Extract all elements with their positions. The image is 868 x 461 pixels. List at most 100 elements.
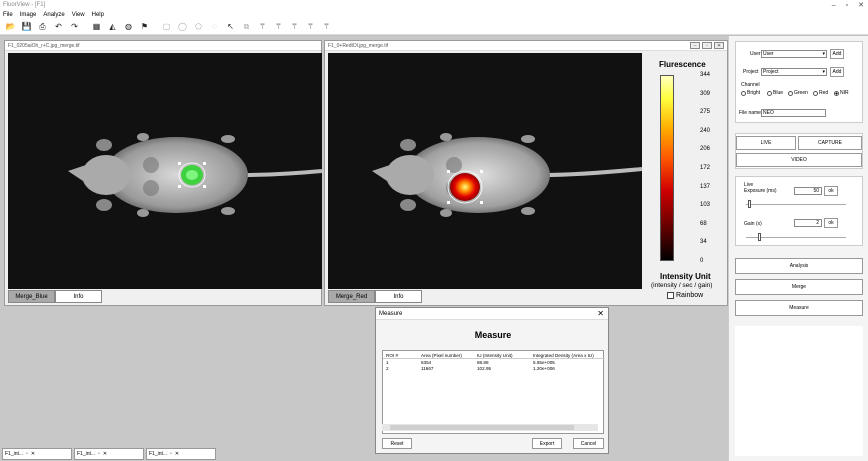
image-canvas-blue[interactable] <box>8 53 322 289</box>
close-icon[interactable]: ✕ <box>175 451 179 457</box>
rainbow-checkbox-box[interactable] <box>667 292 674 299</box>
gain-input[interactable]: 2 <box>794 219 822 227</box>
cancel-button[interactable]: Cancel <box>573 438 604 449</box>
measure-dialog-title: Measure <box>379 310 403 317</box>
exposure-input[interactable]: 50 <box>794 187 822 195</box>
channel-nir[interactable]: NIR <box>834 90 849 96</box>
image-window-title-bar[interactable]: F1_0205aiOh_r+C.jpg_merge.tif <box>5 41 321 51</box>
video-button[interactable]: VIDEO <box>736 153 862 167</box>
image-window-title: F1_0+RedtOl.jpg_merge.tif <box>328 42 389 49</box>
wand-icon[interactable]: ⚚ <box>256 21 269 33</box>
gain-ok-button[interactable]: ok <box>824 218 838 228</box>
restore-icon[interactable]: ▫ <box>98 451 100 457</box>
freehand-roi-icon[interactable]: ◌ <box>208 21 221 33</box>
wand-icon[interactable]: ⚚ <box>320 21 333 33</box>
close-icon[interactable]: ✕ <box>858 1 864 9</box>
colorbar-tick-label: 103 <box>700 202 711 209</box>
mouse-image-red <box>328 53 642 289</box>
close-icon[interactable]: ✕ <box>31 451 35 457</box>
live-button[interactable]: LIVE <box>736 136 796 150</box>
colorbar-tick-label: 344 <box>700 72 711 78</box>
menu-image[interactable]: Image <box>20 12 37 18</box>
minimize-icon[interactable]: – <box>832 2 836 9</box>
menu-help[interactable]: Help <box>92 12 104 18</box>
image-canvas-red[interactable] <box>328 53 642 289</box>
minimized-window[interactable]: F1_int... ▫ ✕ <box>146 448 216 460</box>
tab-info[interactable]: Info <box>55 290 102 303</box>
close-icon[interactable]: ✕ <box>714 42 724 49</box>
minimized-window[interactable]: F1_int... ▫ ✕ <box>74 448 144 460</box>
live-settings-box: Live Exposure (ms) 50 ok Gain (x) 2 ok <box>735 176 863 246</box>
control-panel: User User ▾ Add Project Project ▾ Add Chan… <box>728 36 868 461</box>
table-horizontal-scrollbar[interactable] <box>382 424 598 431</box>
add-project-button[interactable]: Add <box>830 67 844 77</box>
measure-dialog[interactable]: Measure ✕ Measure ROI # Area (Pixel numb… <box>375 307 609 454</box>
wand-icon[interactable]: ⚚ <box>272 21 285 33</box>
reset-button[interactable]: Reset <box>382 438 412 449</box>
restore-icon[interactable]: ▫ <box>26 451 28 457</box>
analysis-button[interactable]: Analysis <box>735 258 863 274</box>
image-window-title-bar[interactable]: F1_0+RedtOl.jpg_merge.tif – ▫ ✕ <box>325 41 727 51</box>
channel-red[interactable]: Red <box>813 90 828 96</box>
menu-view[interactable]: View <box>72 12 85 18</box>
polygon-roi-icon[interactable]: ⬠ <box>192 21 205 33</box>
wand-icon[interactable]: ⚚ <box>304 21 317 33</box>
restore-icon[interactable]: ▫ <box>702 42 712 49</box>
close-icon[interactable]: ✕ <box>103 451 107 457</box>
exposure-ok-button[interactable]: ok <box>824 186 838 196</box>
globe-icon[interactable]: ◍ <box>122 21 135 33</box>
minimize-icon[interactable]: – <box>690 42 700 49</box>
channel-blue[interactable]: Blue <box>767 90 783 96</box>
table-row[interactable]: 2 11667 102.95 1.20e+006 <box>383 366 605 372</box>
minimized-window[interactable]: F1_int... ▫ ✕ <box>2 448 72 460</box>
filename-label: File name <box>739 110 761 116</box>
copy-icon[interactable]: ⧉ <box>240 21 253 33</box>
merge-button[interactable]: Merge <box>735 279 863 295</box>
colorbar-tick-label: 34 <box>700 239 707 246</box>
wand-icon[interactable]: ⚚ <box>288 21 301 33</box>
print-icon[interactable]: ⎙ <box>36 21 49 33</box>
gain-slider-track[interactable] <box>746 237 846 238</box>
scrollbar-thumb[interactable] <box>390 425 574 430</box>
measure-heading: Measure <box>474 330 512 340</box>
measure-table[interactable]: ROI # Area (Pixel number) IU (Intensity … <box>382 350 605 434</box>
gain-slider-thumb[interactable] <box>758 233 761 241</box>
open-icon[interactable]: 📂 <box>4 21 17 33</box>
maximize-icon[interactable]: ▫ <box>846 2 848 9</box>
flag-icon[interactable]: ⚑ <box>138 21 151 33</box>
filename-input[interactable]: NEO <box>761 109 826 117</box>
tab-merge-red[interactable]: Merge_Red <box>328 290 375 303</box>
menu-analyze[interactable]: Analyze <box>43 12 64 18</box>
rect-roi-icon[interactable]: ▢ <box>160 21 173 33</box>
exposure-slider-thumb[interactable] <box>748 200 751 208</box>
add-user-button[interactable]: Add <box>830 49 844 59</box>
capture-button[interactable]: CAPTURE <box>798 136 862 150</box>
pointer-icon[interactable]: ↖ <box>224 21 237 33</box>
menu-bar: File Image Analyze View Help <box>0 10 868 19</box>
gain-label: Gain (x) <box>744 221 762 227</box>
measure-dialog-title-bar[interactable]: Measure ✕ <box>376 308 608 320</box>
col-iu: IU (Intensity Unit) <box>477 353 513 358</box>
channel-bright[interactable]: Bright <box>741 90 760 96</box>
undo-icon[interactable]: ↶ <box>52 21 65 33</box>
redo-icon[interactable]: ↷ <box>68 21 81 33</box>
tab-info[interactable]: Info <box>375 290 422 303</box>
menu-file[interactable]: File <box>3 12 13 18</box>
save-icon[interactable]: 💾 <box>20 21 33 33</box>
close-icon[interactable]: ✕ <box>597 309 604 318</box>
restore-icon[interactable]: ▫ <box>170 451 172 457</box>
tab-merge-blue[interactable]: Merge_Blue <box>8 290 55 303</box>
measure-button[interactable]: Measure <box>735 300 863 316</box>
gallery-icon[interactable]: ▦ <box>90 21 103 33</box>
image-window-red[interactable]: F1_0+RedtOl.jpg_merge.tif – ▫ ✕ Merge_Re… <box>324 40 728 306</box>
rainbow-checkbox[interactable]: Rainbow <box>667 292 703 299</box>
chart-icon[interactable]: ◭ <box>106 21 119 33</box>
colorbar-tick-label: 137 <box>700 183 711 190</box>
export-button[interactable]: Export <box>532 438 562 449</box>
user-select[interactable]: User ▾ <box>761 50 827 58</box>
project-select[interactable]: Project ▾ <box>761 68 827 76</box>
image-window-blue[interactable]: F1_0205aiOh_r+C.jpg_merge.tif Merge_Blue… <box>4 40 322 306</box>
exposure-slider-track[interactable] <box>746 204 846 205</box>
channel-green[interactable]: Green <box>788 90 808 96</box>
ellipse-roi-icon[interactable]: ◯ <box>176 21 189 33</box>
